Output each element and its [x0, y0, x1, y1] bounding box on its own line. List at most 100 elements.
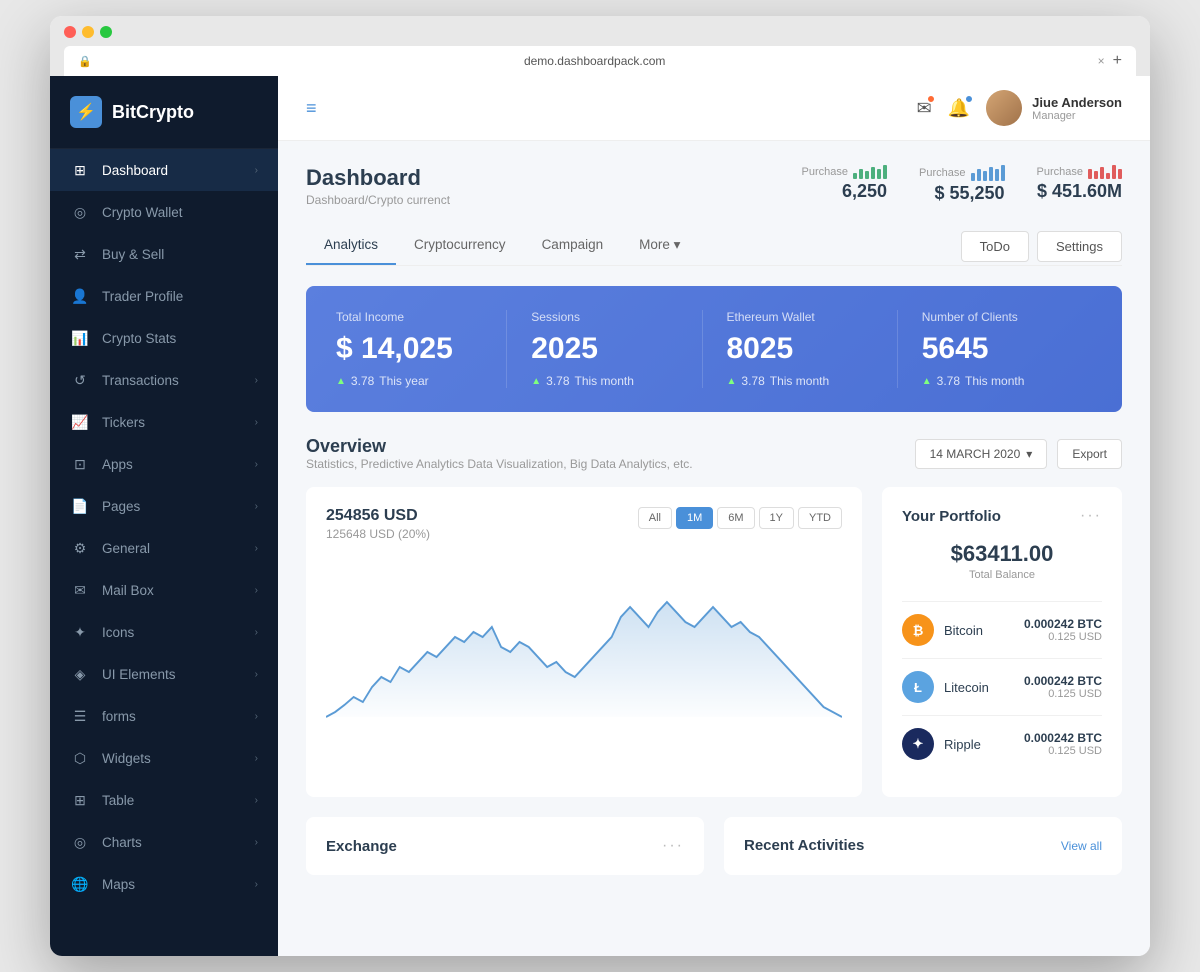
- crypto-name-ripple: Ripple: [944, 737, 1024, 752]
- stat-bar-2-5: [1118, 169, 1122, 179]
- sidebar-item-pages[interactable]: 📄 Pages ›: [50, 485, 278, 527]
- stat-bar-1-3: [989, 167, 993, 181]
- mail-icon[interactable]: ✉: [917, 98, 932, 119]
- sidebar-item-mail-box[interactable]: ✉ Mail Box ›: [50, 569, 278, 611]
- exchange-menu-icon[interactable]: ···: [662, 837, 684, 855]
- nav-icon-icons: ✦: [70, 622, 90, 642]
- stats-card-label-ethereum: Ethereum Wallet: [727, 310, 873, 324]
- overview-grid: 254856 USD 125648 USD (20%) All1M6M1YYTD: [306, 487, 1122, 797]
- sidebar-item-crypto-stats[interactable]: 📊 Crypto Stats: [50, 317, 278, 359]
- stats-card-label-clients: Number of Clients: [922, 310, 1068, 324]
- period-btn-ytd[interactable]: YTD: [798, 507, 842, 529]
- tab-action-settings[interactable]: Settings: [1037, 231, 1122, 262]
- nav-icon-charts: ◎: [70, 832, 90, 852]
- stat-bar-0-0: [853, 173, 857, 179]
- nav-arrow-widgets: ›: [255, 753, 258, 764]
- dashboard-content: Dashboard Dashboard/Crypto currenct Purc…: [278, 141, 1150, 956]
- nav-icon-apps: ⊡: [70, 454, 90, 474]
- sidebar-item-icons[interactable]: ✦ Icons ›: [50, 611, 278, 653]
- hamburger-icon[interactable]: ≡: [306, 98, 317, 119]
- mail-badge: [926, 94, 936, 104]
- stats-card-value-total-income: $ 14,025: [336, 332, 482, 366]
- close-dot[interactable]: [64, 26, 76, 38]
- overview-actions: 14 MARCH 2020 ▾ Export: [915, 439, 1122, 469]
- sidebar-item-crypto-wallet[interactable]: ◎ Crypto Wallet: [50, 191, 278, 233]
- nav-label-tickers: Tickers: [102, 415, 255, 430]
- portfolio-title: Your Portfolio: [902, 508, 1001, 525]
- crypto-icon-bitcoin: ₿: [902, 614, 934, 646]
- sidebar-item-table[interactable]: ⊞ Table ›: [50, 779, 278, 821]
- nav-label-forms: forms: [102, 709, 255, 724]
- tab-cryptocurrency[interactable]: Cryptocurrency: [396, 227, 524, 265]
- tab-nav: AnalyticsCryptocurrencyCampaignMore ▾: [306, 227, 698, 265]
- header-stats: Purchase 6,250 Purchase $ 55,250 Purchas…: [802, 165, 1122, 204]
- sidebar-item-charts[interactable]: ◎ Charts ›: [50, 821, 278, 863]
- date-picker[interactable]: 14 MARCH 2020 ▾: [915, 439, 1048, 469]
- nav-label-table: Table: [102, 793, 255, 808]
- nav-arrow-charts: ›: [255, 837, 258, 848]
- portfolio-menu-icon[interactable]: ···: [1080, 507, 1102, 525]
- period-btn-1m[interactable]: 1M: [676, 507, 713, 529]
- crypto-item-ripple: ✦ Ripple 0.000242 BTC 0.125 USD: [902, 715, 1102, 772]
- sidebar-item-general[interactable]: ⚙ General ›: [50, 527, 278, 569]
- stat-bar-2-0: [1088, 169, 1092, 179]
- user-info[interactable]: Jiue Anderson Manager: [986, 90, 1122, 126]
- export-button[interactable]: Export: [1057, 439, 1122, 469]
- stat-bar-1-5: [1001, 165, 1005, 181]
- new-tab-icon[interactable]: +: [1113, 52, 1122, 70]
- period-btn-all[interactable]: All: [638, 507, 672, 529]
- url-bar[interactable]: demo.dashboardpack.com: [100, 54, 1090, 68]
- avatar: [986, 90, 1022, 126]
- stat-value-1: $ 55,250: [919, 183, 1004, 204]
- period-btn-6m[interactable]: 6M: [717, 507, 754, 529]
- stats-card-value-ethereum: 8025: [727, 332, 873, 366]
- stats-card-value-clients: 5645: [922, 332, 1068, 366]
- nav-icon-tickers: 📈: [70, 412, 90, 432]
- view-all-link[interactable]: View all: [1061, 839, 1102, 853]
- crypto-info-bitcoin: Bitcoin: [944, 623, 1024, 638]
- notification-icon[interactable]: 🔔: [948, 98, 970, 119]
- stats-card-sessions: Sessions 2025 ▲ 3.78 This month: [507, 310, 702, 388]
- tab-action-todo[interactable]: ToDo: [961, 231, 1029, 262]
- sidebar-item-apps[interactable]: ⊡ Apps ›: [50, 443, 278, 485]
- sidebar-item-forms[interactable]: ☰ forms ›: [50, 695, 278, 737]
- sidebar-item-ui-elements[interactable]: ◈ UI Elements ›: [50, 653, 278, 695]
- tab-analytics[interactable]: Analytics: [306, 227, 396, 265]
- crypto-item-bitcoin: ₿ Bitcoin 0.000242 BTC 0.125 USD: [902, 601, 1102, 658]
- nav-label-dashboard: Dashboard: [102, 163, 255, 178]
- nav-icon-transactions: ↺: [70, 370, 90, 390]
- sidebar-item-dashboard[interactable]: ⊞ Dashboard ›: [50, 149, 278, 191]
- tab-close-icon[interactable]: ×: [1098, 54, 1105, 68]
- arrow-up-icon: ▲: [336, 376, 346, 387]
- nav-arrow-dashboard: ›: [255, 165, 258, 176]
- period-btn-1y[interactable]: 1Y: [759, 507, 794, 529]
- crypto-usd-litecoin: 0.125 USD: [1024, 688, 1102, 700]
- sidebar-item-transactions[interactable]: ↺ Transactions ›: [50, 359, 278, 401]
- nav-icon-ui-elements: ◈: [70, 664, 90, 684]
- sidebar-item-trader-profile[interactable]: 👤 Trader Profile: [50, 275, 278, 317]
- browser-bar: 🔒 demo.dashboardpack.com × +: [64, 46, 1136, 76]
- nav-arrow-forms: ›: [255, 711, 258, 722]
- nav-icon-mail-box: ✉: [70, 580, 90, 600]
- minimize-dot[interactable]: [82, 26, 94, 38]
- sidebar-item-tickers[interactable]: 📈 Tickers ›: [50, 401, 278, 443]
- nav-icon-trader-profile: 👤: [70, 286, 90, 306]
- sidebar-item-maps[interactable]: 🌐 Maps ›: [50, 863, 278, 905]
- nav-arrow-pages: ›: [255, 501, 258, 512]
- user-role: Manager: [1032, 110, 1122, 122]
- overview-subtitle: Statistics, Predictive Analytics Data Vi…: [306, 457, 693, 471]
- chart-title-area: 254856 USD 125648 USD (20%): [326, 507, 430, 541]
- tab-bar: AnalyticsCryptocurrencyCampaignMore ▾ To…: [306, 227, 1122, 266]
- tab-more[interactable]: More ▾: [621, 227, 698, 265]
- nav-label-pages: Pages: [102, 499, 255, 514]
- nav-items-container: ⊞ Dashboard › ◎ Crypto Wallet ⇄ Buy & Se…: [50, 149, 278, 905]
- overview-title: Overview: [306, 436, 693, 457]
- tab-campaign[interactable]: Campaign: [524, 227, 622, 265]
- sidebar-item-widgets[interactable]: ⬡ Widgets ›: [50, 737, 278, 779]
- nav-arrow-icons: ›: [255, 627, 258, 638]
- browser-window: 🔒 demo.dashboardpack.com × + ⚡ BitCrypto…: [50, 16, 1150, 956]
- chart-period-buttons: All1M6M1YYTD: [638, 507, 842, 529]
- sidebar-item-buy-sell[interactable]: ⇄ Buy & Sell: [50, 233, 278, 275]
- maximize-dot[interactable]: [100, 26, 112, 38]
- nav-label-widgets: Widgets: [102, 751, 255, 766]
